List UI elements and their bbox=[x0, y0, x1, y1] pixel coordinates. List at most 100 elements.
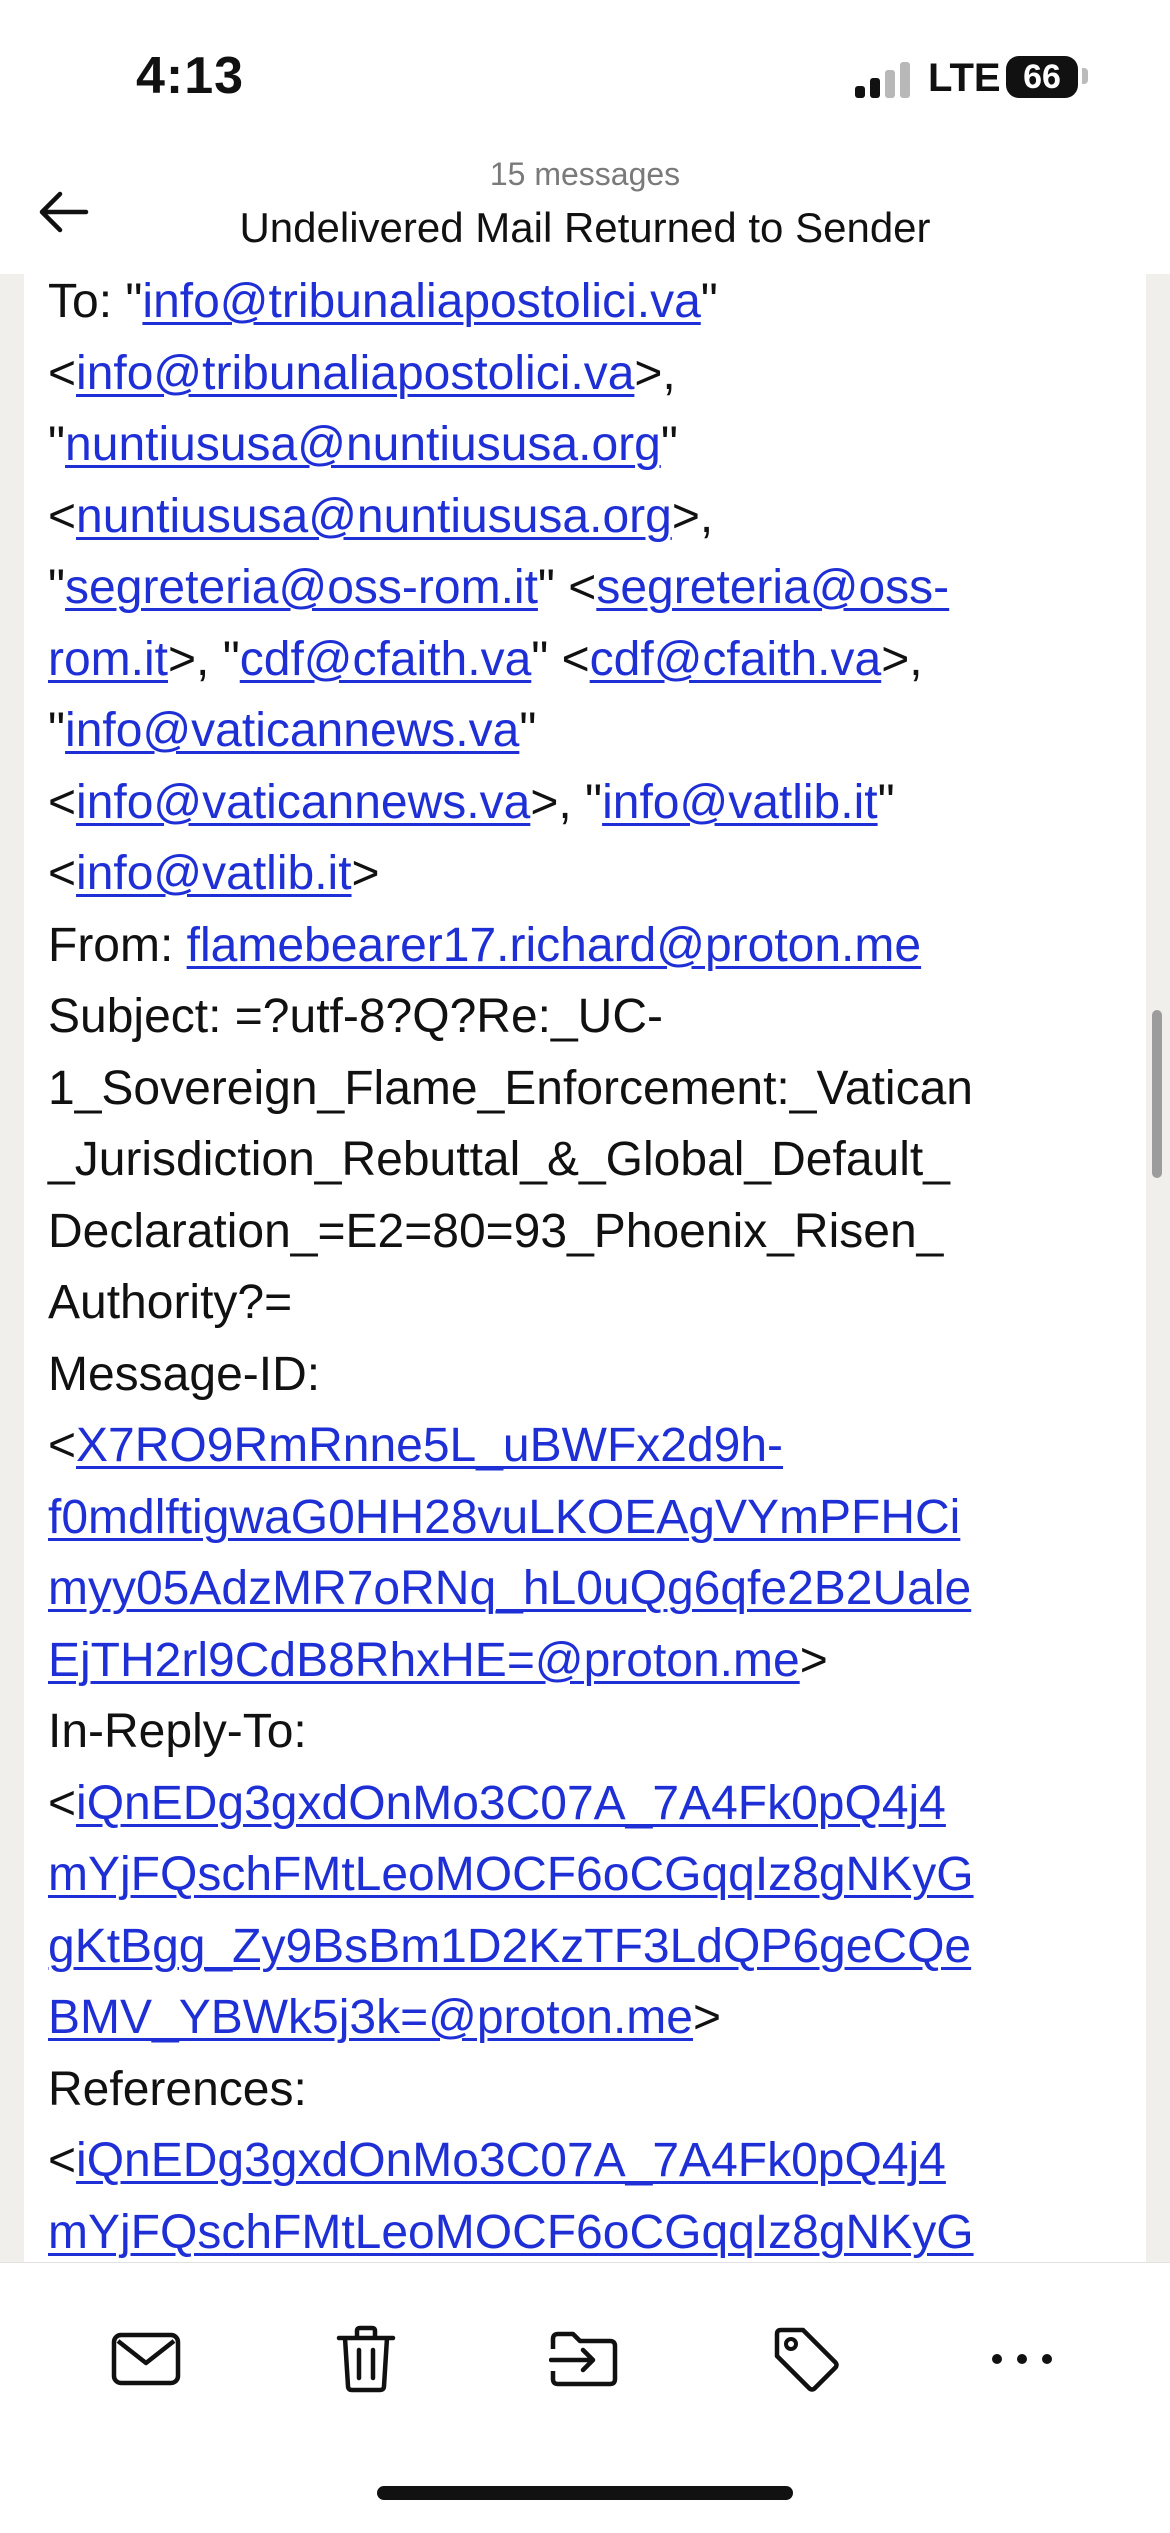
header-line: <iQnEDg3gxdOnMo3C07A_7A4Fk0pQ4j4 bbox=[48, 2125, 1108, 2197]
header-text: From: bbox=[48, 918, 187, 972]
header-line: <iQnEDg3gxdOnMo3C07A_7A4Fk0pQ4j4 bbox=[48, 1768, 1108, 1840]
header-line: <info@vatlib.it> bbox=[48, 838, 1108, 910]
header-text: > bbox=[351, 847, 380, 900]
email-link[interactable]: info@tribunaliapostolici.va bbox=[76, 347, 634, 400]
header-line: "info@vaticannews.va" bbox=[48, 695, 1108, 767]
email-link[interactable]: info@vaticannews.va bbox=[76, 776, 530, 829]
header-text: " bbox=[48, 418, 66, 471]
header-line: In-Reply-To: bbox=[48, 1696, 1108, 1768]
message-id-link[interactable]: f0mdlftigwaG0HH28vuLKOEAgVYmPFHCi bbox=[48, 1491, 960, 1544]
trash-icon bbox=[336, 2325, 396, 2393]
message-id-link[interactable]: iQnEDg3gxdOnMo3C07A_7A4Fk0pQ4j4 bbox=[76, 2134, 946, 2187]
header-line: f0mdlftigwaG0HH28vuLKOEAgVYmPFHCi bbox=[48, 1482, 1108, 1554]
mail-button[interactable] bbox=[98, 2311, 194, 2407]
header-line: EjTH2rl9CdB8RhxHE=@proton.me> bbox=[48, 1625, 1108, 1697]
trash-button[interactable] bbox=[318, 2311, 414, 2407]
move-to-folder-icon bbox=[549, 2331, 618, 2387]
header-text: " bbox=[660, 418, 678, 471]
message-id-link[interactable]: rom.it bbox=[48, 633, 168, 686]
header-text: >, " bbox=[530, 775, 603, 829]
email-link[interactable]: info@vatlib.it bbox=[602, 776, 878, 829]
label-button[interactable] bbox=[758, 2311, 854, 2407]
header-line: <info@vaticannews.va>, "info@vatlib.it" bbox=[48, 767, 1108, 839]
signal-strength-icon bbox=[855, 62, 915, 98]
message-id-link[interactable]: iQnEDg3gxdOnMo3C07A_7A4Fk0pQ4j4 bbox=[76, 1777, 946, 1830]
header-text: > bbox=[692, 1991, 722, 2044]
envelope-icon bbox=[111, 2332, 181, 2386]
header-text: " < bbox=[537, 561, 597, 614]
message-count: 15 messages bbox=[489, 156, 681, 192]
header-text: " bbox=[700, 275, 718, 328]
header-text: >, bbox=[634, 346, 676, 400]
header-line: Subject: =?utf-8?Q?Re:_UC- bbox=[48, 981, 1108, 1053]
move-button[interactable] bbox=[536, 2311, 632, 2407]
email-link[interactable]: cdf@cfaith.va bbox=[590, 633, 882, 686]
header-text: < bbox=[48, 1776, 77, 1830]
header-line: BMV_YBWk5j3k=@proton.me> bbox=[48, 1982, 1108, 2054]
header-text: >, bbox=[671, 489, 714, 543]
header-line: gKtBgg_Zy9BsBm1D2KzTF3LdQP6geCQe bbox=[48, 1911, 1108, 1983]
header-text: 1_Sovereign_Flame_Enforcement:_Vatican bbox=[48, 1061, 973, 1115]
email-link[interactable]: BMV_YBWk5j3k=@proton.me bbox=[48, 1991, 693, 2044]
header-text: " < bbox=[531, 632, 590, 686]
email-link[interactable]: cdf@cfaith.va bbox=[240, 633, 532, 686]
header-line: To: "info@tribunaliapostolici.va" bbox=[48, 266, 1108, 338]
message-id-link[interactable]: mYjFQschFMtLeoMOCF6oCGqqIz8gNKyG bbox=[48, 1848, 974, 1901]
header-text: < bbox=[48, 775, 77, 829]
email-link[interactable]: segreteria@oss-rom.it bbox=[65, 561, 538, 614]
thread-title: Undelivered Mail Returned to Sender bbox=[239, 204, 931, 251]
header-text: < bbox=[48, 1419, 77, 1472]
header-line: "segreteria@oss-rom.it" <segreteria@oss- bbox=[48, 552, 1108, 624]
battery-level: 66 bbox=[1023, 57, 1061, 96]
email-link[interactable]: info@vatlib.it bbox=[76, 847, 352, 900]
header-text: < bbox=[48, 489, 77, 543]
header-line: From: flamebearer17.richard@proton.me bbox=[48, 910, 1108, 982]
header-line: <info@tribunaliapostolici.va>, bbox=[48, 338, 1108, 410]
header-text: Subject: =?utf-8?Q?Re:_UC- bbox=[48, 990, 663, 1043]
header-text: " bbox=[877, 775, 895, 829]
header-line: _Jurisdiction_Rebuttal_&_Global_Default_ bbox=[48, 1124, 1108, 1196]
message-header-text: To: "info@tribunaliapostolici.va" <info@t… bbox=[48, 266, 1108, 2268]
header-line: Message-ID: bbox=[48, 1339, 1108, 1411]
ellipsis-icon bbox=[992, 2354, 1052, 2364]
email-link[interactable]: EjTH2rl9CdB8RhxHE=@proton.me bbox=[48, 1634, 800, 1687]
email-link[interactable]: info@vaticannews.va bbox=[65, 704, 519, 757]
header-text: >, " bbox=[168, 632, 240, 686]
message-id-link[interactable]: myy05AdzMR7oRNq_hL0uQg6qfe2B2Uale bbox=[48, 1562, 971, 1615]
header-line: Declaration_=E2=80=93_Phoenix_Risen_ bbox=[48, 1196, 1108, 1268]
header-text: " bbox=[48, 704, 66, 757]
header-text: < bbox=[48, 346, 77, 400]
message-id-link[interactable]: gKtBgg_Zy9BsBm1D2KzTF3LdQP6geCQe bbox=[48, 1920, 971, 1973]
header-line: Authority?= bbox=[48, 1267, 1108, 1339]
email-link[interactable]: segreteria@oss- bbox=[596, 561, 949, 614]
thread-header: 15 messages Undelivered Mail Returned to… bbox=[0, 150, 1170, 274]
message-id-link[interactable]: X7RO9RmRnne5L_uBWFx2d9h- bbox=[76, 1419, 783, 1472]
header-text: _Jurisdiction_Rebuttal_&_Global_Default_ bbox=[48, 1133, 950, 1186]
header-text: Message-ID: bbox=[48, 1347, 321, 1401]
scrollbar-thumb[interactable] bbox=[1152, 1010, 1162, 1178]
header-line: myy05AdzMR7oRNq_hL0uQg6qfe2B2Uale bbox=[48, 1553, 1108, 1625]
header-line: mYjFQschFMtLeoMOCF6oCGqqIz8gNKyG bbox=[48, 2197, 1108, 2269]
message-id-link[interactable]: mYjFQschFMtLeoMOCF6oCGqqIz8gNKyG bbox=[48, 2206, 974, 2259]
network-type: LTE bbox=[928, 56, 1001, 100]
tag-icon bbox=[774, 2327, 839, 2392]
header-text: >, bbox=[881, 632, 923, 686]
more-button[interactable] bbox=[974, 2311, 1070, 2407]
header-text: " bbox=[48, 561, 66, 614]
header-line: 1_Sovereign_Flame_Enforcement:_Vatican bbox=[48, 1053, 1108, 1125]
email-link[interactable]: info@tribunaliapostolici.va bbox=[142, 275, 700, 328]
email-link[interactable]: nuntiususa@nuntiususa.org bbox=[65, 418, 661, 471]
header-text: To: " bbox=[48, 275, 143, 328]
email-link[interactable]: flamebearer17.richard@proton.me bbox=[187, 919, 921, 972]
header-text: " bbox=[519, 704, 537, 757]
header-line: References: bbox=[48, 2054, 1108, 2126]
header-text: < bbox=[48, 2134, 77, 2187]
header-line: rom.it>, "cdf@cfaith.va" <cdf@cfaith.va>… bbox=[48, 624, 1108, 696]
home-indicator[interactable] bbox=[377, 2486, 793, 2500]
header-line: <X7RO9RmRnne5L_uBWFx2d9h- bbox=[48, 1410, 1108, 1482]
header-text: References: bbox=[48, 2062, 307, 2116]
header-text: > bbox=[799, 1633, 828, 1687]
email-link[interactable]: nuntiususa@nuntiususa.org bbox=[76, 490, 672, 543]
header-line: mYjFQschFMtLeoMOCF6oCGqqIz8gNKyG bbox=[48, 1839, 1108, 1911]
status-time: 4:13 bbox=[136, 47, 245, 105]
